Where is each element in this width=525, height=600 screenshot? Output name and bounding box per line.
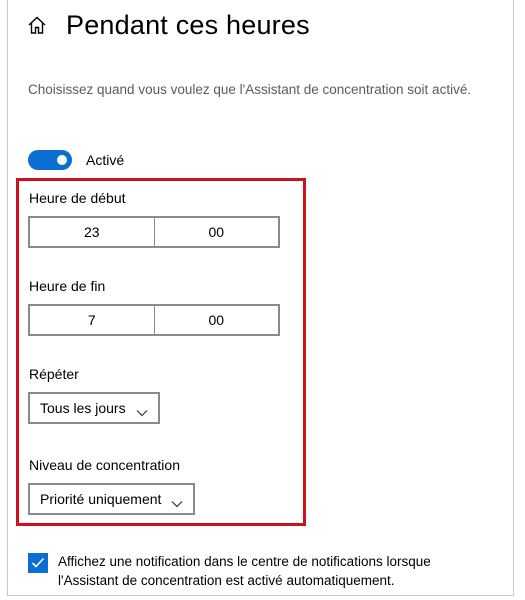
end-time-label: Heure de fin (29, 278, 106, 294)
end-hour[interactable]: 7 (30, 306, 154, 334)
focus-toggle-switch[interactable] (28, 150, 72, 170)
notification-checkbox-label: Affichez une notification dans le centre… (58, 554, 431, 588)
chevron-down-icon (136, 404, 148, 417)
chevron-down-icon (171, 495, 183, 508)
repeat-label: Répéter (29, 366, 79, 382)
page-title: Pendant ces heures (66, 9, 310, 40)
focus-level-dropdown[interactable]: Priorité uniquement (28, 483, 196, 515)
focus-level-label: Niveau de concentration (29, 457, 180, 473)
notification-option: Affichez une notification dans le centre… (28, 552, 488, 590)
checkmark-icon (31, 557, 45, 568)
toggle-knob (57, 155, 67, 165)
repeat-value: Tous les jours (40, 400, 126, 416)
end-time-picker[interactable]: 7 00 (28, 304, 280, 336)
start-hour[interactable]: 23 (30, 218, 154, 246)
repeat-dropdown[interactable]: Tous les jours (28, 392, 160, 424)
toggle-label: Activé (86, 152, 125, 168)
page-header: Pendant ces heures (26, 8, 310, 42)
description-text: Choisissez quand vous voulez que l'Assis… (28, 82, 472, 97)
home-icon[interactable] (26, 14, 48, 36)
start-time-label: Heure de début (29, 190, 126, 206)
end-minute[interactable]: 00 (153, 306, 279, 334)
start-minute[interactable]: 00 (153, 218, 279, 246)
focus-level-value: Priorité uniquement (40, 491, 162, 507)
start-time-picker[interactable]: 23 00 (28, 216, 280, 248)
notification-checkbox[interactable] (28, 553, 48, 573)
toggle-row: Activé (28, 150, 124, 170)
